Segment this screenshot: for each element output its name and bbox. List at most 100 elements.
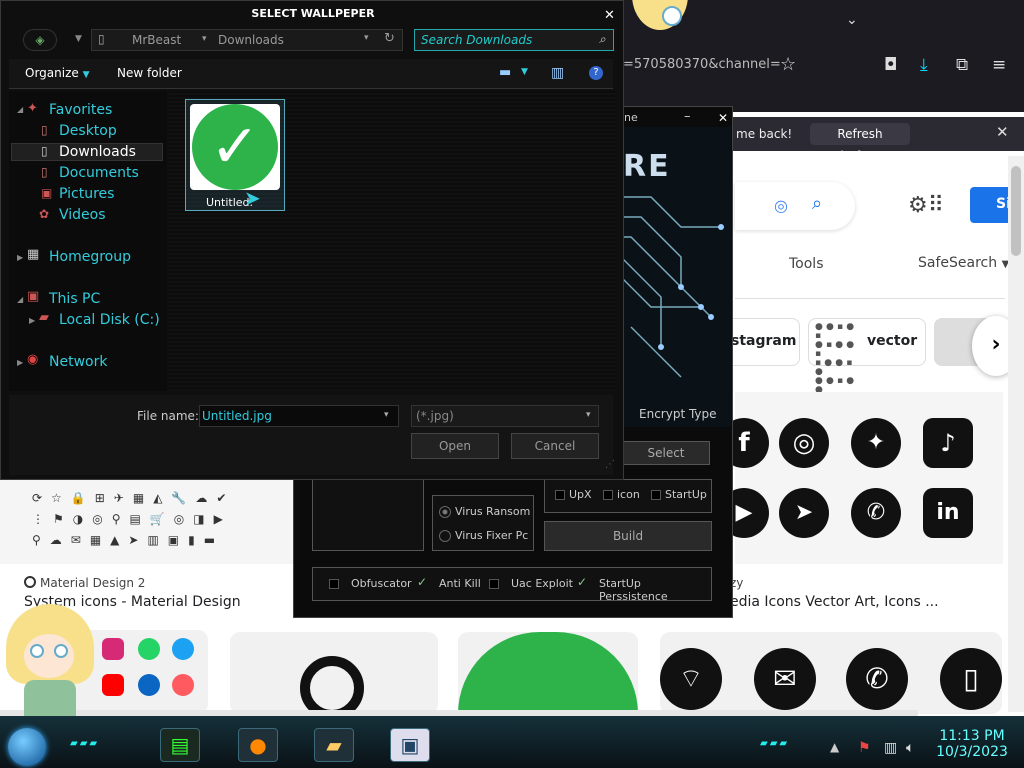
address-bar[interactable]: ▯ MrBeast ▾ Downloads ▾ ↻: [91, 29, 403, 51]
nav-downloads[interactable]: Downloads: [59, 144, 136, 160]
file-explorer-icon[interactable]: ▰: [314, 728, 354, 762]
search-icon[interactable]: ⌕: [812, 193, 822, 214]
file-type-select[interactable]: (*.jpg) ▾: [411, 405, 599, 427]
icon-checkbox[interactable]: [603, 490, 613, 500]
character-sticker: [626, 0, 706, 40]
chevron-down-icon[interactable]: ▾: [202, 34, 207, 44]
safesearch-label: SafeSearch: [918, 255, 998, 271]
preview-pane-icon[interactable]: ▥: [551, 65, 564, 81]
expand-icon[interactable]: ▶: [17, 358, 23, 367]
character-sticker: [0, 604, 100, 716]
green-edit-card[interactable]: [458, 632, 638, 714]
dialog-title: SELECT WALLPEPER: [251, 7, 375, 20]
select-button[interactable]: Select: [622, 441, 710, 465]
youtube-app-icon: [102, 674, 124, 696]
result-title[interactable]: edia Icons Vector Art, Icons ...: [730, 594, 939, 610]
settings-gear-icon[interactable]: ⚙⠿: [908, 193, 944, 218]
show-hidden-icons[interactable]: ▲: [830, 740, 839, 754]
caret-down-icon[interactable]: ▼: [521, 67, 528, 77]
google-lens-icon[interactable]: ◎: [774, 196, 788, 215]
pocket-icon[interactable]: ◘: [884, 55, 897, 75]
network-tray-icon[interactable]: ▥: [884, 740, 897, 756]
nav-network[interactable]: Network: [49, 354, 107, 370]
safesearch-dropdown[interactable]: SafeSearch ▼: [918, 255, 1009, 271]
contact-icons-card[interactable]: ⌔ ✉ ✆ ▯: [660, 632, 1002, 714]
cancel-button[interactable]: Cancel: [511, 433, 599, 459]
expand-icon[interactable]: ▶: [17, 253, 23, 262]
close-icon[interactable]: ✕: [996, 123, 1009, 141]
nav-videos[interactable]: Videos: [59, 207, 106, 223]
close-icon[interactable]: ✕: [718, 111, 728, 125]
nav-desktop[interactable]: Desktop: [59, 123, 117, 139]
nav-this-pc[interactable]: This PC: [49, 291, 100, 307]
start-button[interactable]: [8, 728, 46, 766]
anti-kill-label: Anti Kill: [439, 577, 481, 590]
file-list: ✓ Untitled. ➤: [169, 91, 617, 391]
result-source[interactable]: Material Design 2: [40, 576, 145, 590]
virus-fixer-radio[interactable]: [439, 530, 451, 542]
virus-fixer-label: Virus Fixer Pc: [455, 529, 529, 542]
help-icon[interactable]: ?: [589, 66, 603, 80]
app-window-icon[interactable]: ▣: [390, 728, 430, 762]
chevron-down-icon[interactable]: ▾: [364, 33, 369, 43]
downloads-icon[interactable]: ⤓: [920, 55, 928, 75]
nav-homegroup[interactable]: Homegroup: [49, 249, 131, 265]
refresh-icon[interactable]: ↻: [384, 31, 395, 46]
file-type-value: (*.jpg): [416, 409, 454, 423]
search-box[interactable]: [735, 182, 855, 230]
anti-kill-checkbox[interactable]: ✓: [417, 575, 427, 589]
new-folder-button[interactable]: New folder: [117, 66, 182, 80]
search-icon[interactable]: ⌕: [599, 32, 606, 47]
homegroup-icon: ▦: [27, 247, 40, 262]
file-name-input[interactable]: Untitled.jpg ▾: [199, 405, 399, 427]
app-notes-icon[interactable]: ▤: [160, 728, 200, 762]
action-center-icon[interactable]: ⚑: [858, 740, 871, 756]
breadcrumb-downloads[interactable]: Downloads: [218, 33, 284, 47]
resize-grip-icon[interactable]: ⋰: [605, 459, 615, 470]
chevron-down-icon[interactable]: ▾: [384, 410, 389, 420]
expand-icon[interactable]: ◢: [17, 295, 23, 304]
search-input[interactable]: Search Downloads ⌕: [414, 29, 614, 51]
chip-vector[interactable]: ● ● ▪ ● ▪ ● ▪ ● ● ▪ ▪ ● ● ▪ ● ● ● ▪ ● ● vec…: [808, 318, 926, 395]
chevron-down-icon[interactable]: ▾: [586, 410, 591, 420]
bookmark-star-icon[interactable]: ☆: [780, 54, 796, 75]
url-bar-text[interactable]: =570580370&channel=: [623, 57, 781, 72]
back-forward-icon[interactable]: ◈: [23, 29, 57, 51]
page-scrollbar[interactable]: [1008, 156, 1024, 712]
minimize-icon[interactable]: –: [684, 109, 691, 124]
uac-exploit-checkbox[interactable]: [489, 579, 499, 589]
scrollbar-thumb[interactable]: [1011, 166, 1021, 256]
volume-icon[interactable]: 🔈︎: [906, 740, 914, 756]
nav-local-disk[interactable]: Local Disk (C:): [59, 312, 160, 328]
virus-ransom-radio[interactable]: [439, 506, 451, 518]
nav-documents[interactable]: Documents: [59, 165, 139, 181]
history-dropdown-icon[interactable]: ▼: [75, 34, 82, 44]
menu-icon[interactable]: ≡: [992, 55, 1006, 75]
build-button[interactable]: Build: [544, 521, 712, 551]
expand-icon[interactable]: ▶: [29, 316, 35, 325]
expand-icon[interactable]: ◢: [17, 105, 23, 114]
system-clock[interactable]: 11:13 PM 10/3/2023: [928, 728, 1016, 760]
breadcrumb-mrbeast[interactable]: MrBeast: [132, 33, 181, 47]
extensions-icon[interactable]: ⧉: [956, 55, 968, 75]
obfuscator-checkbox[interactable]: [329, 579, 339, 589]
startup-checkbox[interactable]: [651, 490, 661, 500]
organize-button[interactable]: Organize ▼: [25, 66, 90, 80]
refresh-firefox-button[interactable]: Refresh Firefox...: [810, 123, 910, 163]
nav-favorites[interactable]: Favorites: [49, 102, 112, 118]
divider: [735, 298, 1005, 299]
file-untitled[interactable]: ✓ Untitled. ➤: [185, 99, 285, 211]
tab-list-chevron-icon[interactable]: ⌄: [846, 12, 858, 28]
material-icon-grid: ⟳☆🔒⊞✈▦◭🔧☁✔ ⋮⚑◑◎⚲▤🛒◎◨▶ ⚲☁✉▦▲➤▥▣▮▬: [32, 491, 236, 547]
ring-image-card[interactable]: [230, 632, 438, 720]
view-options-icon[interactable]: ▬: [499, 65, 511, 80]
upx-checkbox[interactable]: [555, 490, 565, 500]
startup-persistence-checkbox[interactable]: ✓: [577, 575, 587, 589]
firefox-icon[interactable]: ●: [238, 728, 278, 762]
close-icon[interactable]: ✕: [604, 8, 615, 23]
nav-pictures[interactable]: Pictures: [59, 186, 114, 202]
open-button[interactable]: Open: [411, 433, 499, 459]
tools-tab[interactable]: Tools: [789, 256, 824, 272]
feature-options: Obfuscator ✓ Anti Kill Uac Exploit ✓ Sta…: [312, 567, 712, 603]
social-icons-image[interactable]: f ◎ ✦ ♪ ▶ ➤ ✆ in: [719, 392, 1003, 564]
